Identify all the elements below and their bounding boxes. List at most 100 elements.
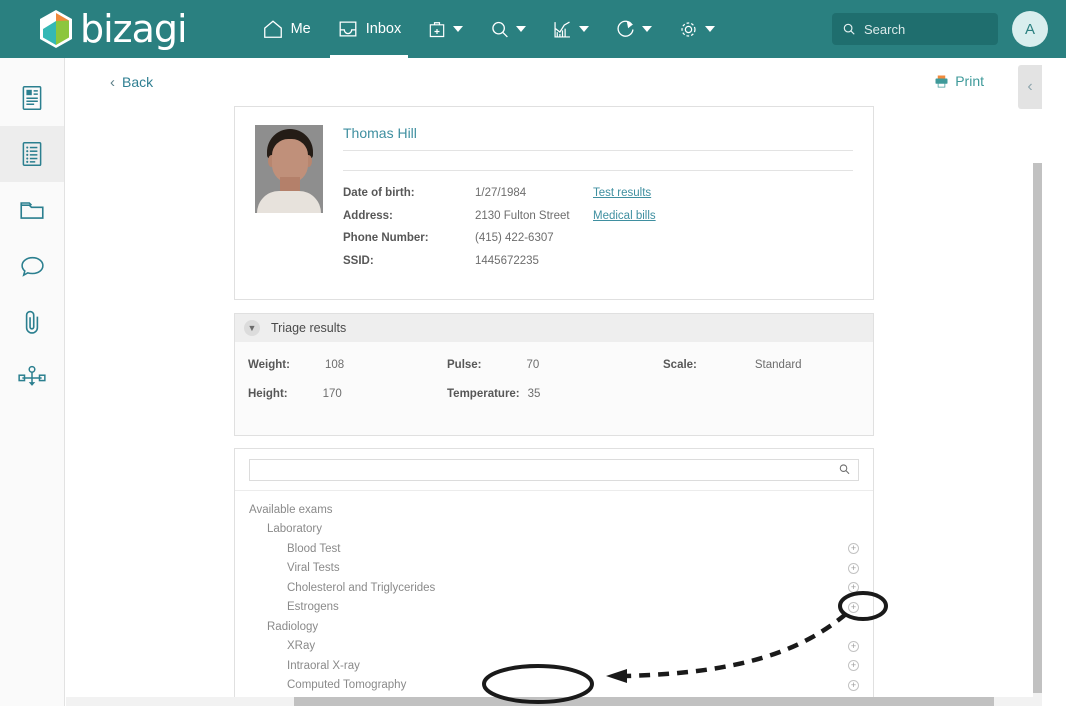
patient-detail-row: Address: 2130 Fulton Street Medical bill… <box>343 210 853 233</box>
triage-row: Weight: 108 Pulse: 70 Scale: Standard <box>235 359 873 388</box>
tree-node-intraoral-x-ray[interactable]: Intraoral X-ray + <box>235 656 873 676</box>
plus-circle-icon[interactable]: + <box>848 660 859 672</box>
brand-name: bizagi <box>80 7 188 51</box>
plus-circle-icon[interactable]: + <box>848 679 859 691</box>
rail-item-comments[interactable] <box>0 238 64 294</box>
exam-search-wrapper <box>235 449 873 491</box>
new-case-icon <box>429 22 445 38</box>
rail-item-process-diagram[interactable] <box>0 350 64 406</box>
tree-node-label: Available exams <box>249 503 333 516</box>
plus-circle-icon[interactable]: + <box>848 562 859 574</box>
field-label: Scale: <box>663 359 697 371</box>
plus-circle-icon[interactable]: + <box>848 640 859 652</box>
left-icon-rail <box>0 58 65 706</box>
triage-field-weight: Weight: 108 <box>235 359 447 388</box>
field-label: Height: <box>248 388 288 400</box>
tree-node-laboratory[interactable]: Laboratory <box>235 520 873 540</box>
tree-node-label: Viral Tests <box>287 562 340 575</box>
chevron-down-icon <box>516 26 527 32</box>
patient-photo <box>255 125 323 213</box>
home-icon <box>263 20 282 38</box>
vertical-scrollbar-thumb[interactable] <box>1033 163 1042 693</box>
exam-search-input[interactable] <box>249 459 859 481</box>
nav-item-refresh[interactable] <box>602 0 665 58</box>
nav-item-search[interactable] <box>476 0 539 58</box>
rail-item-form[interactable] <box>0 126 64 182</box>
medical-bills-link[interactable]: Medical bills <box>593 210 656 222</box>
chevron-down-icon: ▼ <box>244 320 260 336</box>
plus-circle-icon[interactable]: + <box>848 582 859 594</box>
tree-node-available-exams[interactable]: Available exams <box>235 500 873 520</box>
user-avatar[interactable]: A <box>1012 11 1048 47</box>
vertical-scrollbar[interactable] <box>1033 163 1042 706</box>
tree-node-computed-tomography[interactable]: Computed Tomography + <box>235 676 873 696</box>
document-summary-icon <box>22 85 42 111</box>
search-icon <box>843 23 855 35</box>
document-list-icon <box>22 141 42 167</box>
triage-field-scale: Scale: Standard <box>663 359 863 388</box>
magnifier-icon <box>839 464 850 475</box>
horizontal-scrollbar-thumb[interactable] <box>294 697 994 706</box>
tree-node-blood-test[interactable]: Blood Test + <box>235 539 873 559</box>
triage-field-pulse: Pulse: 70 <box>447 359 663 388</box>
plus-circle-icon[interactable]: + <box>848 601 859 613</box>
nav-item-me[interactable]: Me <box>249 0 324 58</box>
main-nav: Me Inbox <box>249 0 729 58</box>
field-value: 1/27/1984 <box>475 187 527 199</box>
global-search-input[interactable]: Search <box>832 13 998 45</box>
nav-item-inbox-label: Inbox <box>365 21 402 37</box>
folder-icon <box>20 202 44 219</box>
refresh-icon <box>617 20 634 37</box>
chevron-down-icon <box>579 26 590 32</box>
collapse-panel-button[interactable]: ‹ <box>1018 65 1042 109</box>
rail-item-summary[interactable] <box>0 70 64 126</box>
exam-tree: Available exams Laboratory Blood Test + … <box>235 491 873 701</box>
divider <box>343 150 853 151</box>
tree-node-radiology[interactable]: Radiology <box>235 617 873 637</box>
horizontal-scrollbar[interactable] <box>66 697 1042 706</box>
rail-item-attachments[interactable] <box>0 294 64 350</box>
field-label: Date of birth: <box>343 187 415 199</box>
tree-node-label: Estrogens <box>287 601 339 614</box>
printer-icon <box>935 75 948 87</box>
patient-detail-row: Phone Number: (415) 422-6307 <box>343 232 853 255</box>
chevron-down-icon <box>642 26 653 32</box>
analytics-icon <box>554 21 571 38</box>
patient-card: Thomas Hill Date of birth: 1/27/1984 Tes… <box>234 106 874 300</box>
nav-item-analytics[interactable] <box>539 0 602 58</box>
brand-logo[interactable]: bizagi <box>38 7 188 51</box>
chevron-left-icon: ‹ <box>110 73 115 91</box>
patient-details: Date of birth: 1/27/1984 Test results Ad… <box>343 187 853 277</box>
tree-node-label: Cholesterol and Triglycerides <box>287 581 436 594</box>
field-label: SSID: <box>343 254 374 267</box>
paperclip-icon <box>25 310 39 334</box>
tree-node-viral-tests[interactable]: Viral Tests + <box>235 559 873 579</box>
field-value: (415) 422-6307 <box>475 232 554 244</box>
back-button[interactable]: ‹ Back <box>110 74 153 91</box>
tree-node-xray[interactable]: XRay + <box>235 637 873 657</box>
tree-node-cholesterol-and-triglycerides[interactable]: Cholesterol and Triglycerides + <box>235 578 873 598</box>
triage-section-body: Weight: 108 Pulse: 70 Scale: Standard He… <box>235 342 873 435</box>
tree-node-estrogens[interactable]: Estrogens + <box>235 598 873 618</box>
tree-node-label: Laboratory <box>267 523 322 536</box>
triage-row: Height: 170 Temperature: 35 <box>235 388 873 417</box>
nav-item-settings[interactable] <box>665 0 728 58</box>
nav-item-new-case[interactable] <box>414 0 476 58</box>
triage-section-header[interactable]: ▼ Triage results <box>235 314 873 342</box>
chevron-down-icon <box>453 26 464 32</box>
print-button[interactable]: Print <box>934 73 984 89</box>
test-results-link[interactable]: Test results <box>593 187 651 199</box>
nav-item-inbox[interactable]: Inbox <box>324 0 414 58</box>
plus-circle-icon[interactable]: + <box>848 543 859 555</box>
tree-node-label: Radiology <box>267 620 319 633</box>
field-value: 35 <box>527 388 541 400</box>
field-label: Weight: <box>248 359 290 371</box>
patient-detail-row: SSID: 1445672235 <box>343 255 853 278</box>
top-navigation-bar: bizagi Me Inbox Search A <box>0 0 1066 58</box>
field-label: Pulse: <box>447 359 482 371</box>
triage-field-height: Height: 170 <box>235 388 447 417</box>
field-value: 108 <box>324 359 345 371</box>
rail-item-documents[interactable] <box>0 182 64 238</box>
chevron-left-icon: ‹ <box>1027 78 1033 95</box>
content-toolbar: ‹ Back Print ‹ <box>66 58 1042 109</box>
